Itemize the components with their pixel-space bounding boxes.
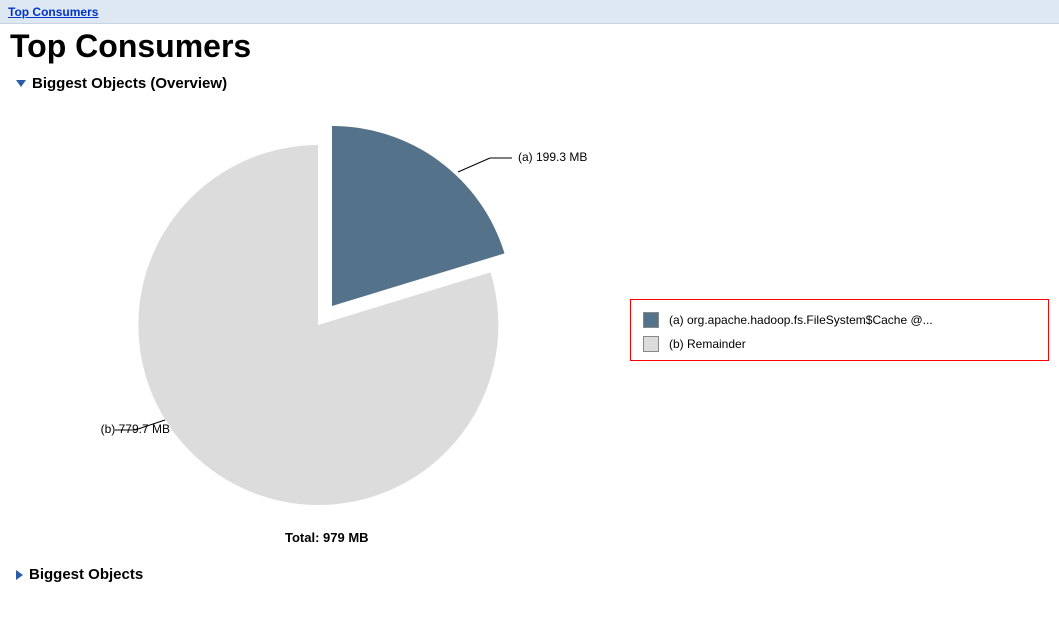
legend-swatch-a bbox=[643, 312, 659, 328]
callout-label-b: (b) 779.7 MB bbox=[70, 422, 170, 436]
chevron-down-icon bbox=[16, 80, 26, 87]
chart-row: (a) 199.3 MB (b) 779.7 MB Total: 979 MB … bbox=[10, 100, 1049, 560]
section-title-overview: Biggest Objects (Overview) bbox=[32, 75, 227, 92]
pie-chart-svg bbox=[70, 100, 610, 560]
chart-total-label: Total: 979 MB bbox=[285, 530, 369, 545]
legend-label-b: (b) Remainder bbox=[669, 337, 746, 351]
section-title-biggest: Biggest Objects bbox=[29, 566, 143, 583]
legend-item-b: (b) Remainder bbox=[643, 332, 1036, 356]
pie-chart: (a) 199.3 MB (b) 779.7 MB Total: 979 MB bbox=[70, 100, 610, 560]
legend-box: (a) org.apache.hadoop.fs.FileSystem$Cach… bbox=[630, 299, 1049, 361]
breadcrumb-bar: Top Consumers bbox=[0, 0, 1059, 24]
legend-swatch-b bbox=[643, 336, 659, 352]
legend-item-a: (a) org.apache.hadoop.fs.FileSystem$Cach… bbox=[643, 308, 1036, 332]
section-header-overview[interactable]: Biggest Objects (Overview) bbox=[16, 75, 1049, 92]
section-header-biggest[interactable]: Biggest Objects bbox=[16, 566, 1049, 583]
page-title: Top Consumers bbox=[10, 28, 1049, 65]
callout-label-a: (a) 199.3 MB bbox=[518, 150, 587, 164]
main-content: Top Consumers Biggest Objects (Overview) bbox=[0, 28, 1059, 601]
callout-line-a bbox=[458, 158, 490, 172]
chevron-right-icon bbox=[16, 570, 23, 580]
legend-label-a: (a) org.apache.hadoop.fs.FileSystem$Cach… bbox=[669, 313, 933, 327]
breadcrumb-link-top-consumers[interactable]: Top Consumers bbox=[8, 5, 98, 19]
